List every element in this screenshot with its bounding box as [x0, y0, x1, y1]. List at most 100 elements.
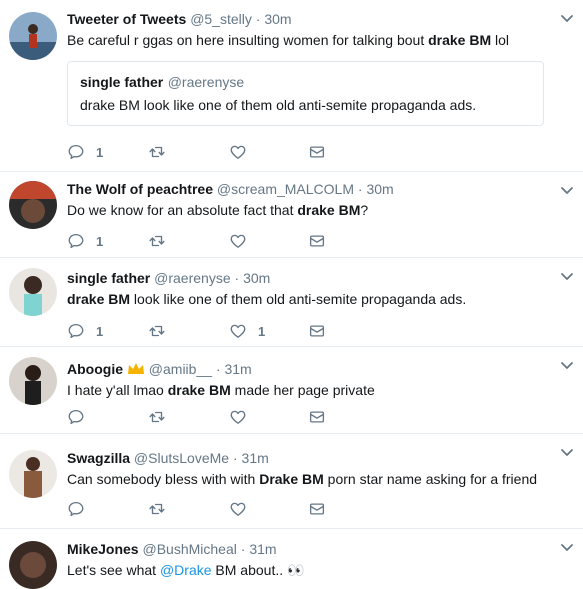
tweet-header: MikeJones @BushMicheal · 31m	[67, 540, 549, 558]
crown-icon	[127, 363, 144, 374]
direct-message-button[interactable]	[308, 322, 326, 340]
envelope-icon	[308, 232, 326, 250]
avatar[interactable]	[9, 450, 57, 498]
quoted-tweet[interactable]: single father @raerenyse drake BM look l…	[67, 61, 544, 126]
tweet-text-post: lol	[491, 32, 510, 48]
reply-button[interactable]: 1	[67, 143, 103, 161]
tweet-text-bold: drake BM	[67, 291, 131, 307]
retweet-button[interactable]	[148, 322, 166, 340]
tweet[interactable]: The Wolf of peachtree @scream_MALCOLM · …	[0, 172, 583, 258]
reply-button[interactable]	[67, 408, 96, 426]
retweet-icon	[148, 500, 166, 518]
avatar[interactable]	[9, 268, 57, 316]
tweet-text-post: look like one of them old anti-semite pr…	[130, 291, 467, 307]
display-name[interactable]: Tweeter of Tweets	[67, 11, 186, 27]
reply-button[interactable]: 1	[67, 232, 103, 250]
display-name[interactable]: MikeJones	[67, 541, 139, 557]
quoted-display-name: single father	[80, 74, 164, 90]
separator: ·	[240, 541, 246, 557]
user-handle[interactable]: @SlutsLoveMe	[134, 450, 229, 466]
quoted-user-handle: @raerenyse	[167, 74, 245, 90]
chevron-down-icon[interactable]	[559, 444, 575, 460]
reply-count: 1	[96, 233, 104, 249]
tweet-text-bold: drake BM	[428, 32, 492, 48]
tweet[interactable]: single father @raerenyse · 30m drake BM …	[0, 258, 583, 347]
mention-link[interactable]: @Drake	[160, 562, 212, 578]
timestamp[interactable]: 30m	[243, 270, 270, 286]
tweet-header: Swagzilla @SlutsLoveMe · 31m	[67, 449, 549, 467]
separator: ·	[357, 181, 363, 197]
retweet-icon	[148, 232, 166, 250]
tweet-text: Can somebody bless with with Drake BM po…	[67, 470, 549, 489]
retweet-button[interactable]	[148, 143, 166, 161]
direct-message-button[interactable]	[308, 500, 326, 518]
retweet-button[interactable]	[148, 408, 166, 426]
timestamp[interactable]: 30m	[366, 181, 393, 197]
like-button[interactable]	[229, 143, 258, 161]
avatar[interactable]	[9, 181, 57, 229]
envelope-icon	[308, 408, 326, 426]
display-name[interactable]: single father	[67, 270, 150, 286]
tweet-actions	[67, 408, 367, 426]
chevron-down-icon[interactable]	[559, 268, 575, 284]
heart-icon	[229, 143, 247, 161]
tweet-text-pre: Do we know for an absolute fact that	[67, 202, 298, 218]
like-count: 1	[258, 323, 266, 339]
reply-icon	[67, 232, 85, 250]
like-button[interactable]: 1	[229, 322, 265, 340]
tweet-text-bold: Drake BM	[259, 471, 324, 487]
tweet-actions: 1	[67, 232, 367, 250]
tweet-text-post: porn star name asking for a friend	[323, 471, 538, 487]
direct-message-button[interactable]	[308, 408, 326, 426]
separator: ·	[215, 361, 221, 377]
user-handle[interactable]: @BushMicheal	[142, 541, 236, 557]
user-handle[interactable]: @amiib__	[149, 361, 212, 377]
display-name[interactable]: The Wolf of peachtree	[67, 181, 213, 197]
avatar[interactable]	[9, 12, 57, 60]
tweet-text-pre: Be careful r ggas on here insulting wome…	[67, 32, 429, 48]
separator: ·	[255, 11, 261, 27]
user-handle[interactable]: @raerenyse	[154, 270, 230, 286]
tweet-text: Do we know for an absolute fact that dra…	[67, 201, 549, 220]
tweet-text: drake BM look like one of them old anti-…	[67, 290, 549, 309]
user-handle[interactable]: @5_stelly	[190, 11, 252, 27]
chevron-down-icon[interactable]	[559, 182, 575, 198]
tweet-actions: 1 1	[67, 322, 367, 340]
chevron-down-icon[interactable]	[559, 357, 575, 373]
timestamp[interactable]: 31m	[249, 541, 276, 557]
reply-button[interactable]: 1	[67, 322, 103, 340]
tweet-header: Aboogie @amiib__ · 31m	[67, 360, 549, 378]
tweet[interactable]: MikeJones @BushMicheal · 31m Let's see w…	[0, 529, 583, 589]
chevron-down-icon[interactable]	[559, 539, 575, 555]
like-button[interactable]	[229, 232, 258, 250]
direct-message-button[interactable]	[308, 232, 326, 250]
direct-message-button[interactable]	[308, 143, 326, 161]
display-name[interactable]: Swagzilla	[67, 450, 130, 466]
retweet-button[interactable]	[148, 232, 166, 250]
avatar[interactable]	[9, 541, 57, 589]
reply-button[interactable]	[67, 500, 96, 518]
display-name[interactable]: Aboogie	[67, 361, 123, 377]
retweet-icon	[148, 408, 166, 426]
heart-icon	[229, 232, 247, 250]
tweet-text-post: ?	[360, 202, 369, 218]
like-button[interactable]	[229, 500, 258, 518]
timestamp[interactable]: 31m	[242, 450, 269, 466]
tweet-actions	[67, 500, 367, 518]
tweet-header: The Wolf of peachtree @scream_MALCOLM · …	[67, 180, 549, 198]
reply-count: 1	[96, 144, 104, 160]
envelope-icon	[308, 500, 326, 518]
timestamp[interactable]: 31m	[224, 361, 251, 377]
user-handle[interactable]: @scream_MALCOLM	[217, 181, 354, 197]
tweet-text-post: BM about..	[211, 562, 287, 578]
like-button[interactable]	[229, 408, 258, 426]
tweet[interactable]: Aboogie @amiib__ · 31m I hate y'all lmao…	[0, 347, 583, 434]
tweet-header: Tweeter of Tweets @5_stelly · 30m	[67, 10, 549, 28]
timestamp[interactable]: 30m	[264, 11, 291, 27]
retweet-icon	[148, 322, 166, 340]
tweet[interactable]: Tweeter of Tweets @5_stelly · 30m Be car…	[0, 0, 583, 172]
tweet[interactable]: Swagzilla @SlutsLoveMe · 31m Can somebod…	[0, 434, 583, 529]
chevron-down-icon[interactable]	[559, 10, 575, 26]
avatar[interactable]	[9, 357, 57, 405]
retweet-button[interactable]	[148, 500, 166, 518]
